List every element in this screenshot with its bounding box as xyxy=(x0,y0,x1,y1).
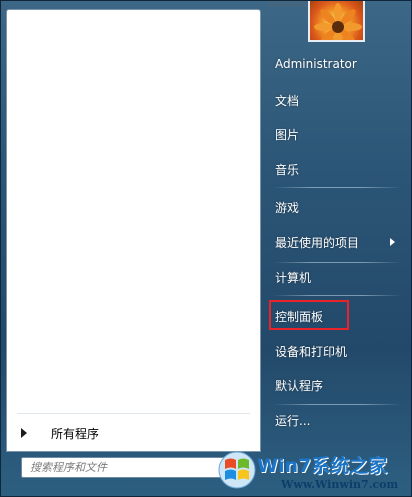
all-programs-button[interactable]: 所有程序 xyxy=(8,419,260,447)
menu-item-pictures[interactable]: 图片 xyxy=(269,119,399,149)
highlight-annotation xyxy=(269,300,349,330)
menu-item-games[interactable]: 游戏 xyxy=(269,192,399,222)
recent-items-label: 最近使用的项目 xyxy=(275,235,360,250)
programs-divider xyxy=(17,413,250,414)
games-label: 游戏 xyxy=(275,200,300,215)
start-menu: 所有程序 Administrator 文档 图片 音乐 游戏 最近使用的项目 xyxy=(0,0,412,497)
documents-label: 文档 xyxy=(275,93,300,108)
menu-item-recent-items[interactable]: 最近使用的项目 xyxy=(269,227,399,257)
all-programs-label: 所有程序 xyxy=(51,426,100,441)
default-programs-label: 默认程序 xyxy=(275,378,324,393)
search-input[interactable] xyxy=(28,458,207,477)
user-avatar[interactable] xyxy=(308,1,365,42)
user-name-link[interactable]: Administrator xyxy=(269,49,399,79)
music-label: 音乐 xyxy=(275,162,300,177)
watermark: Win7系统之家 Www.Winwin7.com xyxy=(217,450,409,496)
run-label: 运行... xyxy=(275,413,311,428)
menu-item-music[interactable]: 音乐 xyxy=(269,154,399,184)
programs-pane: 所有程序 xyxy=(6,9,261,452)
menu-item-run[interactable]: 运行... xyxy=(269,405,399,435)
devices-printers-label: 设备和打印机 xyxy=(275,344,348,359)
computer-label: 计算机 xyxy=(275,270,312,285)
separator xyxy=(273,187,401,188)
user-name-label: Administrator xyxy=(275,57,357,71)
menu-item-devices-printers[interactable]: 设备和打印机 xyxy=(269,336,399,366)
windows-logo-icon xyxy=(218,451,256,489)
submenu-arrow-icon xyxy=(390,238,395,246)
separator xyxy=(273,295,401,296)
pictures-label: 图片 xyxy=(275,127,300,142)
menu-item-default-programs[interactable]: 默认程序 xyxy=(269,370,399,400)
triangle-right-icon xyxy=(21,428,27,438)
menu-item-computer[interactable]: 计算机 xyxy=(269,262,399,292)
top-strip xyxy=(267,1,307,7)
watermark-title: Win7系统之家 xyxy=(257,455,388,477)
watermark-url: Www.Winwin7.com xyxy=(281,478,399,491)
flower-picture-icon xyxy=(314,3,362,40)
menu-item-documents[interactable]: 文档 xyxy=(269,85,399,115)
search-box[interactable] xyxy=(21,457,244,478)
